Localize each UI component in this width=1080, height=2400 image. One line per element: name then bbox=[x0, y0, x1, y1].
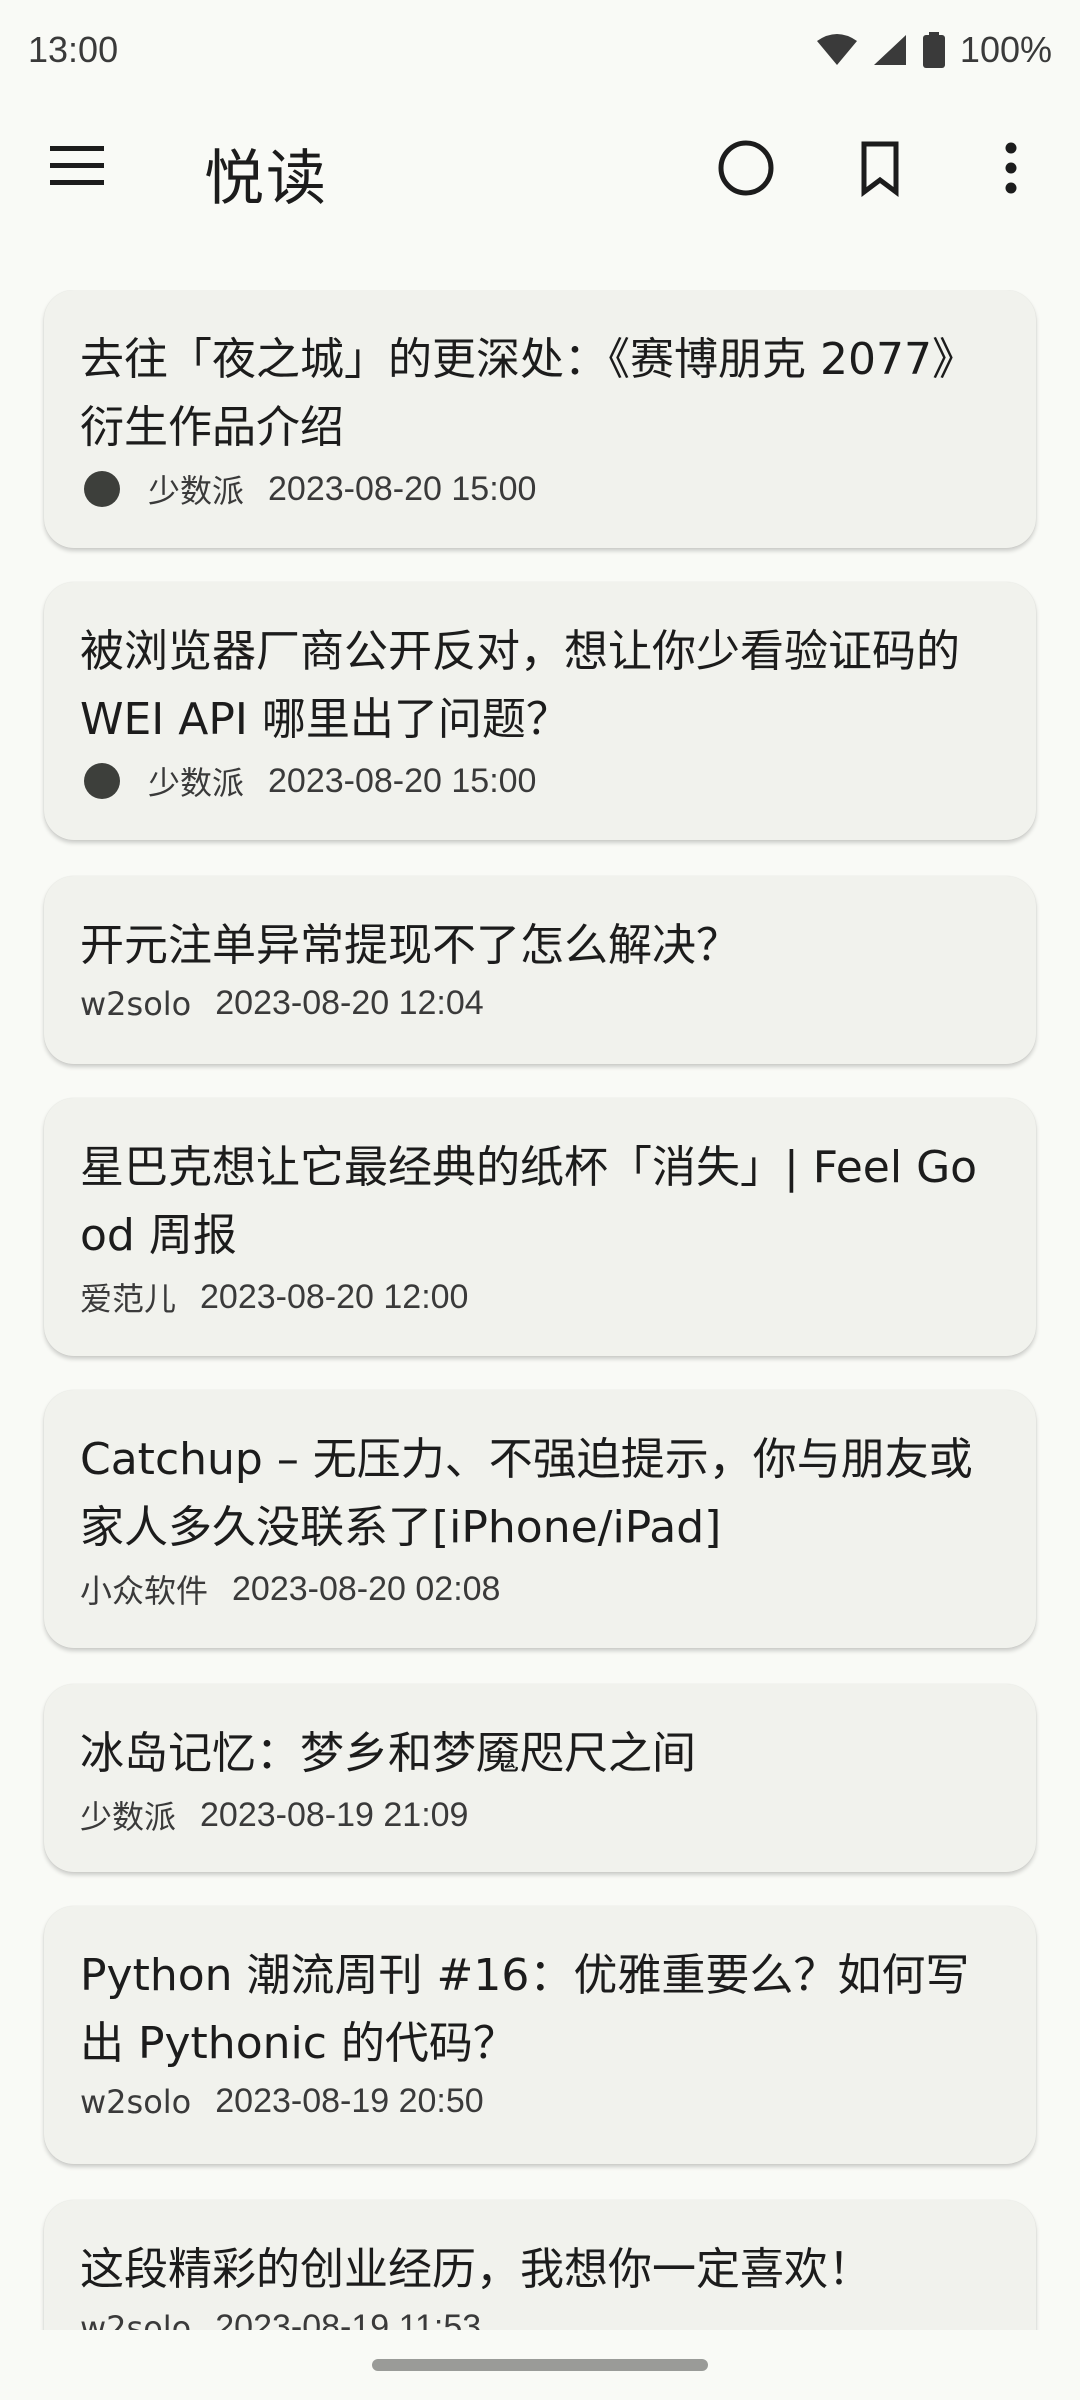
article-time: 2023-08-19 21:09 bbox=[200, 1795, 469, 1834]
article-list: 去往「夜之城」的更深处：《赛博朋克 2077》衍生作品介绍 少数派 2023-0… bbox=[0, 290, 1080, 2330]
circle-icon[interactable] bbox=[716, 138, 776, 198]
article-card[interactable]: 这段精彩的创业经历，我想你一定喜欢！ w2solo 2023-08-19 11:… bbox=[44, 2200, 1036, 2330]
app-title: 悦读 bbox=[204, 144, 328, 214]
app-bar: 悦读 bbox=[0, 100, 1080, 240]
article-card[interactable]: 被浏览器厂商公开反对，想让你少看验证码的 WEI API 哪里出了问题？ 少数派… bbox=[44, 582, 1036, 840]
status-icons: 100% bbox=[816, 29, 1052, 71]
article-card[interactable]: 去往「夜之城」的更深处：《赛博朋克 2077》衍生作品介绍 少数派 2023-0… bbox=[44, 290, 1036, 548]
article-source: 少数派 bbox=[148, 764, 245, 802]
article-title: 被浏览器厂商公开反对，想让你少看验证码的 WEI API 哪里出了问题？ bbox=[80, 626, 960, 745]
article-meta: 少数派 2023-08-19 21:09 bbox=[80, 1792, 1000, 1838]
article-meta: w2solo 2023-08-19 20:50 bbox=[80, 2082, 1000, 2121]
bookmark-icon[interactable] bbox=[850, 138, 910, 198]
article-source: 少数派 bbox=[80, 1798, 177, 1836]
battery-icon bbox=[922, 32, 945, 68]
article-source: 小众软件 bbox=[80, 1572, 209, 1610]
menu-icon[interactable] bbox=[50, 146, 104, 186]
article-time: 2023-08-20 12:04 bbox=[215, 984, 484, 1022]
article-time: 2023-08-19 20:50 bbox=[215, 2082, 484, 2120]
article-card[interactable]: Python 潮流周刊 #16：优雅重要么？如何写出 Pythonic 的代码？… bbox=[44, 1906, 1036, 2164]
status-time: 13:00 bbox=[28, 29, 119, 70]
source-avatar bbox=[84, 471, 120, 507]
article-title: Catchup – 无压力、不强迫提示，你与朋友或家人多久没联系了[iPhone… bbox=[80, 1434, 973, 1553]
article-title: 星巴克想让它最经典的纸杯「消失」| Feel Good 周报 bbox=[80, 1142, 978, 1261]
source-avatar bbox=[84, 763, 120, 799]
article-meta: 少数派 2023-08-20 15:00 bbox=[80, 758, 1000, 804]
article-source: w2solo bbox=[80, 2082, 192, 2121]
article-title: 冰岛记忆：梦乡和梦魇咫尺之间 bbox=[80, 1728, 696, 1779]
article-card[interactable]: 星巴克想让它最经典的纸杯「消失」| Feel Good 周报 爱范儿 2023-… bbox=[44, 1098, 1036, 1356]
article-source: 少数派 bbox=[148, 472, 245, 510]
article-title: 去往「夜之城」的更深处：《赛博朋克 2077》衍生作品介绍 bbox=[80, 334, 976, 453]
article-time: 2023-08-19 11:53 bbox=[215, 2308, 482, 2330]
article-source: 爱范儿 bbox=[80, 1280, 177, 1318]
status-bar: 13:00 100% bbox=[0, 0, 1080, 100]
article-card[interactable]: 开元注单异常提现不了怎么解决？ w2solo 2023-08-20 12:04 bbox=[44, 876, 1036, 1064]
article-time: 2023-08-20 12:00 bbox=[200, 1277, 469, 1316]
gesture-nav-handle[interactable] bbox=[372, 2359, 708, 2371]
more-vert-icon[interactable] bbox=[986, 138, 1036, 198]
article-meta: 小众软件 2023-08-20 02:08 bbox=[80, 1566, 1000, 1612]
article-time: 2023-08-20 15:00 bbox=[268, 469, 537, 508]
article-meta: 爱范儿 2023-08-20 12:00 bbox=[80, 1274, 1000, 1320]
article-meta: 少数派 2023-08-20 15:00 bbox=[80, 466, 1000, 512]
article-title: 这段精彩的创业经历，我想你一定喜欢！ bbox=[80, 2244, 872, 2295]
article-source: w2solo bbox=[80, 2308, 192, 2331]
article-meta: w2solo 2023-08-20 12:04 bbox=[80, 984, 1000, 1023]
battery-percent: 100% bbox=[959, 29, 1052, 70]
article-source: w2solo bbox=[80, 984, 192, 1023]
article-meta: w2solo 2023-08-19 11:53 bbox=[80, 2308, 1000, 2330]
article-card[interactable]: 冰岛记忆：梦乡和梦魇咫尺之间 少数派 2023-08-19 21:09 bbox=[44, 1684, 1036, 1872]
article-time: 2023-08-20 02:08 bbox=[232, 1569, 501, 1608]
article-title: 开元注单异常提现不了怎么解决？ bbox=[80, 920, 740, 971]
cell-signal-icon bbox=[873, 35, 906, 65]
article-title: Python 潮流周刊 #16：优雅重要么？如何写出 Pythonic 的代码？ bbox=[80, 1950, 970, 2069]
article-time: 2023-08-20 15:00 bbox=[268, 761, 537, 800]
article-card[interactable]: Catchup – 无压力、不强迫提示，你与朋友或家人多久没联系了[iPhone… bbox=[44, 1390, 1036, 1648]
wifi-icon bbox=[816, 34, 857, 65]
